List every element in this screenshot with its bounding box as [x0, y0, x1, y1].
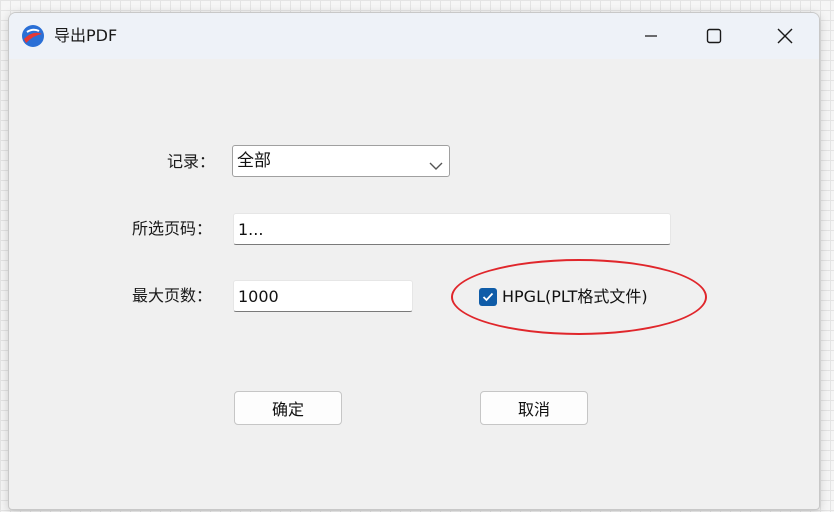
selected-pages-label: 所选页码： [132, 219, 213, 238]
max-pages-label: 最大页数： [132, 286, 213, 305]
minimize-icon [645, 35, 657, 37]
hpgl-checkbox[interactable] [479, 288, 497, 306]
record-selected-value: 全部 [237, 151, 271, 171]
export-pdf-dialog: 导出PDF 记录： 全部 所选页码： 1... 最大页数： 1000 HPGL(… [8, 12, 820, 510]
title-bar[interactable]: 导出PDF [9, 13, 819, 59]
record-label: 记录： [167, 152, 216, 171]
selected-pages-input[interactable]: 1... [233, 213, 671, 245]
window-title: 导出PDF [54, 26, 118, 45]
chevron-down-icon [429, 156, 443, 175]
record-select[interactable]: 全部 [232, 145, 450, 177]
ok-button[interactable]: 确定 [234, 391, 342, 425]
max-pages-value: 1000 [238, 287, 279, 306]
hpgl-label[interactable]: HPGL(PLT格式文件) [502, 287, 648, 307]
app-logo-icon [21, 24, 45, 48]
checkmark-icon [482, 292, 494, 302]
minimize-button[interactable] [623, 13, 679, 59]
cancel-button[interactable]: 取消 [480, 391, 588, 425]
selected-pages-value: 1... [238, 220, 264, 239]
close-icon [777, 28, 793, 44]
maximize-button[interactable] [686, 13, 742, 59]
maximize-icon [706, 28, 722, 44]
max-pages-input[interactable]: 1000 [233, 280, 413, 312]
close-button[interactable] [757, 13, 813, 59]
hpgl-checkbox-group[interactable]: HPGL(PLT格式文件) [479, 287, 648, 307]
